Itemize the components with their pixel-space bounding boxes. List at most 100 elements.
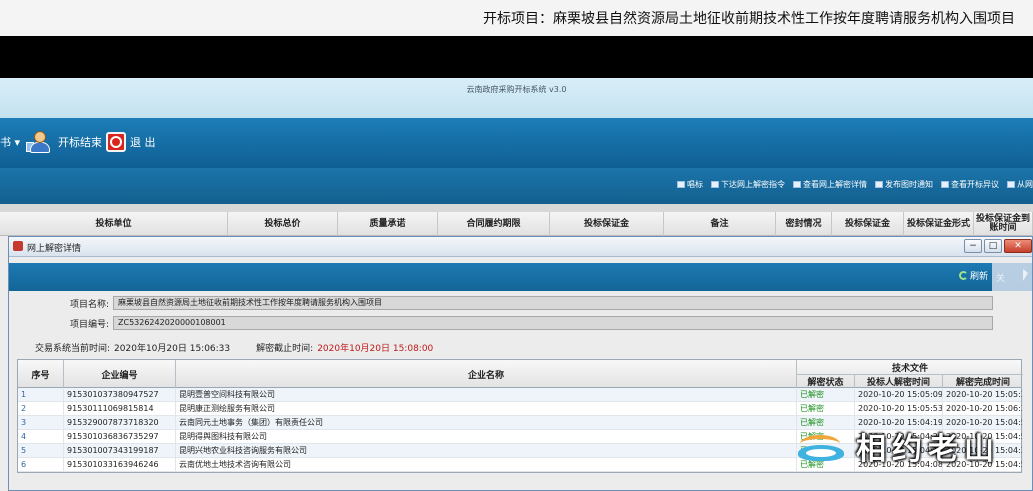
cell-name: 昆明得舆图科技有限公司	[176, 430, 797, 444]
grid-body: 1 915301037380947527 昆明壹普空间科技有限公司 已解密 2020-1…	[18, 388, 1023, 472]
col-bidder: 投标单位	[0, 212, 228, 236]
cell-status: 已解密	[797, 444, 855, 458]
cell-seq: 3	[18, 416, 64, 430]
cell-decrypt-time: 2020-10-20 15:04:22	[855, 430, 943, 444]
cell-decrypt-time: 2020-10-20 15:04:08	[855, 458, 943, 472]
col-deposit-2: 投标保证金	[832, 212, 904, 236]
cell-name: 昆明康正测绘服务有限公司	[176, 402, 797, 416]
col-seq: 序号	[18, 360, 64, 388]
close-button[interactable]: ✕	[1004, 239, 1032, 253]
more-button[interactable]: 从网	[1007, 179, 1033, 190]
minimize-button[interactable]: −	[964, 239, 982, 253]
list-icon	[677, 181, 685, 188]
view-decrypt-button[interactable]: 查看网上解密详情	[793, 179, 867, 190]
cell-done-time: 2020-10-20 15:04:59	[943, 458, 1023, 472]
exit-label: 退 出	[130, 136, 156, 149]
action-toolbar: 唱标 下达网上解密指令 查看网上解密详情 发布图时通知 查看开标异议 从网	[0, 168, 1033, 204]
table-row[interactable]: 2 91530111069815814 昆明康正测绘服务有限公司 已解密 2020-10…	[18, 402, 1023, 416]
dialog-title: 网上解密详情	[27, 244, 82, 254]
sing-bid-button[interactable]: 唱标	[677, 179, 703, 190]
cell-code: 915301036836735297	[64, 430, 176, 444]
cell-status: 已解密	[797, 388, 855, 402]
table-row[interactable]: 5 915301007343199187 昆明兴地农业科技咨询服务有限公司 已解密 20…	[18, 444, 1023, 458]
system-name: 云南政府采购开标系统 v3.0	[466, 85, 567, 94]
cell-code: 915301037380947527	[64, 388, 176, 402]
objection-icon	[941, 181, 949, 188]
cell-name: 云南同元土地事务（集团）有限责任公司	[176, 416, 797, 430]
download-icon	[711, 181, 719, 188]
publish-notice-button[interactable]: 发布图时通知	[875, 179, 933, 190]
cell-status: 已解密	[797, 430, 855, 444]
table-row[interactable]: 3 915329007873718320 云南同元土地事务（集团）有限责任公司 已解密…	[18, 416, 1023, 430]
cell-decrypt-time: 2020-10-20 15:05:53	[855, 402, 943, 416]
cell-name: 昆明兴地农业科技咨询服务有限公司	[176, 444, 797, 458]
col-code: 企业编号	[64, 360, 176, 388]
cell-seq: 2	[18, 402, 64, 416]
time-row: 交易系统当前时间: 2020年10月20日 15:06:33 解密截止时间: 2…	[35, 341, 433, 354]
maximize-button[interactable]: □	[984, 239, 1002, 253]
cell-decrypt-time: 2020-10-20 15:04:17	[855, 444, 943, 458]
cell-seq: 5	[18, 444, 64, 458]
refresh-button[interactable]: 刷新	[958, 269, 988, 282]
cell-status: 已解密	[797, 416, 855, 430]
cell-code: 915301007343199187	[64, 444, 176, 458]
exit-button[interactable]: 退 出	[106, 132, 156, 152]
app-header: 云南政府采购开标系统 v3.0	[0, 78, 1033, 118]
notice-icon	[875, 181, 883, 188]
mouse-cursor-icon	[1023, 269, 1028, 281]
cell-decrypt-time: 2020-10-20 15:04:19	[855, 416, 943, 430]
col-name: 企业名称	[176, 360, 797, 388]
project-code-row: 项目编号: ZC5326242020000108001	[9, 316, 993, 330]
app-logo-icon	[13, 241, 23, 251]
cell-done-time: 2020-10-20 15:04:53	[943, 416, 1023, 430]
col-tech-group: 技术文件	[891, 363, 928, 374]
grey-strip	[0, 204, 1033, 212]
partial-menu-label: 书 ▾	[0, 136, 21, 149]
col-quality: 质量承诺	[338, 212, 438, 236]
view-objection-button[interactable]: 查看开标异议	[941, 179, 999, 190]
project-title: 开标项目：麻栗坡县自然资源局土地征收前期技术性工作按年度聘请服务机构入围项目	[483, 11, 1015, 27]
end-bidding-button[interactable]: 开标结束	[26, 130, 102, 154]
project-code-field[interactable]: ZC5326242020000108001	[113, 316, 993, 330]
end-bidding-label: 开标结束	[58, 136, 102, 149]
main-toolbar: 书 ▾ 开标结束 退 出	[0, 118, 1033, 168]
view-icon	[793, 181, 801, 188]
decrypt-detail-dialog: 网上解密详情 − □ ✕ 刷新 关 项目名称: 麻栗坡县自然资源局土地征收前期技…	[8, 236, 1033, 491]
col-seal: 密封情况	[776, 212, 832, 236]
exit-icon	[106, 132, 126, 152]
cell-status: 已解密	[797, 458, 855, 472]
partial-menu-button[interactable]: 书 ▾	[0, 134, 20, 150]
dialog-titlebar[interactable]: 网上解密详情 − □ ✕	[9, 237, 1032, 257]
cell-name: 云南优地土地技术咨询有限公司	[176, 458, 797, 472]
decrypt-grid: 序号 企业编号 企业名称 技术文件 解密状态 投标人解密时间 解密完成时间 19…	[17, 359, 1023, 473]
cell-seq: 1	[18, 388, 64, 402]
project-name-field[interactable]: 麻栗坡县自然资源局土地征收前期技术性工作按年度聘请服务机构入围项目	[113, 296, 993, 310]
cell-status: 已解密	[797, 402, 855, 416]
cell-name: 昆明壹普空间科技有限公司	[176, 388, 797, 402]
close-dialog-label: 关	[996, 273, 1006, 284]
grid-header: 序号 企业编号 企业名称 技术文件 解密状态 投标人解密时间 解密完成时间	[18, 360, 1023, 388]
cell-seq: 6	[18, 458, 64, 472]
view-decrypt-label: 查看网上解密详情	[803, 180, 867, 189]
black-bar	[0, 36, 1033, 78]
table-row[interactable]: 1 915301037380947527 昆明壹普空间科技有限公司 已解密 2020-1…	[18, 388, 1023, 402]
table-row[interactable]: 4 915301036836735297 昆明得舆图科技有限公司 已解密 2020-10…	[18, 430, 1023, 444]
cell-code: 91530111069815814	[64, 402, 176, 416]
project-code-label: 项目编号:	[69, 319, 109, 330]
col-remark: 备注	[664, 212, 776, 236]
deadline-label: 解密截止时间:	[256, 344, 314, 354]
cell-done-time: 2020-10-20 15:04:31	[943, 444, 1023, 458]
cell-done-time: 2020-10-20 15:04:56	[943, 430, 1023, 444]
col-deposit: 投标保证金	[550, 212, 664, 236]
issue-decrypt-button[interactable]: 下达网上解密指令	[711, 179, 785, 190]
bid-table-header: 投标单位 投标总价 质量承诺 合同履约期限 投标保证金 备注 密封情况 投标保证…	[0, 212, 1033, 236]
refresh-label: 刷新	[969, 272, 988, 282]
col-done-time: 解密完成时间	[943, 374, 1023, 388]
publish-notice-label: 发布图时通知	[885, 180, 933, 189]
top-banner: 开标项目：麻栗坡县自然资源局土地征收前期技术性工作按年度聘请服务机构入围项目	[0, 0, 1033, 36]
more-label: 从网	[1017, 180, 1033, 189]
table-row[interactable]: 6 915301033163946246 云南优地土地技术咨询有限公司 已解密 2020…	[18, 458, 1023, 472]
project-name-label: 项目名称:	[69, 299, 109, 310]
deadline-value: 2020年10月20日 15:08:00	[317, 344, 434, 354]
close-dialog-button[interactable]: 关	[992, 263, 1032, 291]
